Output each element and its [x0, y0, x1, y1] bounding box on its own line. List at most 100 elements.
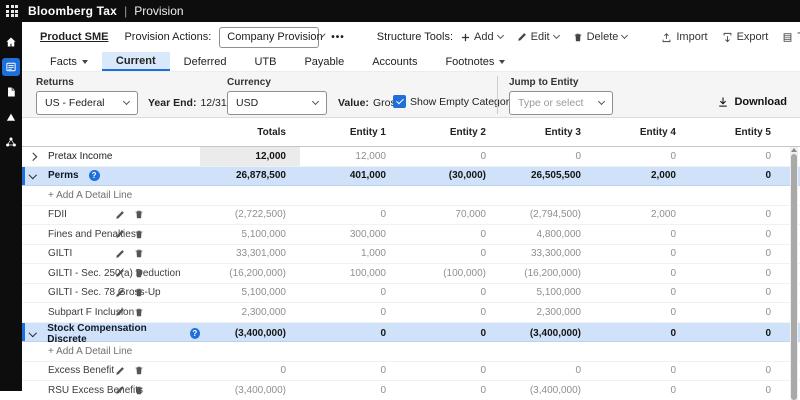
- app-grid-icon[interactable]: [6, 5, 18, 17]
- vertical-scrollbar[interactable]: [790, 147, 798, 400]
- row-label: FDII: [48, 209, 67, 221]
- tab-current[interactable]: Current: [101, 52, 170, 71]
- value-cell: 0: [670, 384, 676, 396]
- tab-accounts[interactable]: Accounts: [358, 52, 431, 71]
- table-row-group[interactable]: Pretax Income 12,000 12,000 0 0 0 0: [22, 147, 800, 167]
- row-expand-chevron-icon[interactable]: [30, 174, 42, 178]
- value-cell: (30,000): [448, 170, 486, 182]
- info-badge-icon[interactable]: ?: [88, 170, 100, 182]
- value-cell: 0: [765, 150, 771, 162]
- value-cell: 0: [280, 365, 286, 377]
- column-header: Entity 5: [734, 126, 771, 138]
- user-profile-link[interactable]: Product SME: [40, 31, 108, 43]
- edit-row-button[interactable]: [115, 249, 125, 259]
- value-cell: 0: [380, 328, 386, 339]
- currency-filter: Currency USD: [227, 77, 327, 115]
- product-name: Provision: [134, 4, 184, 18]
- value-cell: 0: [765, 328, 771, 339]
- edit-row-button[interactable]: [115, 268, 125, 278]
- edit-row-button[interactable]: [115, 229, 125, 239]
- row-label: Pretax Income: [48, 150, 113, 162]
- chevron-down-icon: [552, 31, 560, 40]
- edit-row-button[interactable]: [115, 288, 125, 298]
- delete-row-button[interactable]: [134, 287, 144, 298]
- home-icon[interactable]: [2, 33, 20, 51]
- structure-tools-label: Structure Tools:: [376, 31, 454, 43]
- value-cell: 0: [380, 384, 386, 396]
- delete-row-button[interactable]: [134, 268, 144, 279]
- left-sidebar: [0, 22, 22, 391]
- filter-bar: Returns US - Federal Year End: 12/31/202…: [22, 72, 800, 118]
- provision-actions-label: Provision Actions:: [124, 31, 212, 43]
- delete-row-button[interactable]: [134, 248, 144, 259]
- triangle-icon[interactable]: [2, 108, 20, 126]
- info-badge-icon[interactable]: ?: [189, 328, 200, 339]
- tab-deferred[interactable]: Deferred: [170, 52, 241, 71]
- scrollbar-thumb[interactable]: [791, 154, 797, 400]
- tab-facts[interactable]: Facts: [36, 52, 102, 71]
- add-button[interactable]: Add: [461, 31, 504, 43]
- trash-icon: [135, 210, 143, 219]
- delete-button[interactable]: Delete: [573, 31, 629, 43]
- row-actions: [115, 206, 144, 225]
- trash-icon: [135, 288, 143, 297]
- chevron-down-icon: [496, 31, 504, 40]
- value-cell: (3,400,000): [234, 328, 286, 339]
- trash-icon: [135, 269, 143, 277]
- delete-row-button[interactable]: [134, 229, 144, 240]
- add-button-label: Add: [474, 31, 494, 43]
- show-empty-checkbox[interactable]: [393, 95, 406, 108]
- grid-list-icon[interactable]: [2, 58, 20, 76]
- row-actions: [115, 303, 144, 322]
- jump-to-entity-select[interactable]: Type or select: [509, 91, 613, 115]
- edit-row-button[interactable]: [115, 366, 125, 376]
- edit-row-button[interactable]: [115, 210, 125, 220]
- table-row-detail: GILTI - Sec. 78 Gross-Up 5,100,000 0 0 5…: [22, 284, 800, 303]
- tab-payable[interactable]: Payable: [290, 52, 358, 71]
- value-cell: 0: [380, 209, 386, 221]
- download-icon: [719, 97, 728, 107]
- scroll-up-icon[interactable]: [791, 147, 797, 153]
- export-icon: [723, 32, 731, 42]
- delete-row-button[interactable]: [134, 365, 144, 376]
- row-expand-chevron-icon[interactable]: [30, 154, 42, 160]
- value-cell: 0: [765, 228, 771, 240]
- value-cell: (3,400,000): [529, 328, 581, 339]
- show-empty-field: Show Empty Categories: [393, 95, 523, 108]
- table-row-group[interactable]: Perms ? 26,878,500 401,000 (30,000) 26,5…: [22, 166, 800, 186]
- delete-row-button[interactable]: [134, 385, 144, 396]
- value-cell: (100,000): [443, 267, 486, 279]
- edit-row-button[interactable]: [115, 385, 125, 395]
- tab-footnotes[interactable]: Footnotes: [431, 52, 519, 71]
- main-panel: Product SME Provision Actions: Company P…: [22, 22, 800, 400]
- import-button[interactable]: Import: [661, 31, 708, 43]
- table-row-group[interactable]: Stock Compensation Discrete ? (3,400,000…: [22, 322, 800, 345]
- templates-icon: [784, 32, 792, 42]
- templates-button[interactable]: Templates: [782, 31, 800, 43]
- value-cell: 5,100,000: [241, 228, 287, 240]
- add-detail-line-button[interactable]: + Add A Detail Line: [22, 346, 132, 357]
- provision-actions-select[interactable]: Company Provision: [219, 26, 326, 48]
- delete-row-button[interactable]: [134, 209, 144, 220]
- document-icon[interactable]: [2, 83, 20, 101]
- edit-button[interactable]: Edit: [517, 31, 560, 43]
- tab-label: Deferred: [183, 55, 227, 68]
- trash-icon: [574, 33, 582, 41]
- edit-row-button[interactable]: [115, 307, 125, 317]
- table-row-add: + Add A Detail Line: [22, 186, 800, 206]
- add-detail-line-button[interactable]: + Add A Detail Line: [22, 190, 132, 201]
- export-button[interactable]: Export: [722, 31, 768, 43]
- returns-select[interactable]: US - Federal: [36, 91, 138, 115]
- table-row-detail: RSU Excess Benefits (3,400,000) 0 0 (3,4…: [22, 381, 800, 400]
- network-icon[interactable]: [2, 133, 20, 151]
- download-button[interactable]: Download: [717, 96, 787, 108]
- delete-row-button[interactable]: [134, 307, 144, 318]
- value-cell: 26,878,500: [235, 170, 286, 182]
- more-actions-button[interactable]: •••: [331, 32, 345, 43]
- row-expand-chevron-icon[interactable]: [30, 332, 41, 336]
- currency-select[interactable]: USD: [227, 91, 327, 115]
- row-label-cell: GILTI - Sec. 78 Gross-Up: [22, 284, 200, 303]
- tab-label: Payable: [304, 55, 345, 68]
- row-actions: [115, 284, 144, 303]
- tab-utb[interactable]: UTB: [240, 52, 290, 71]
